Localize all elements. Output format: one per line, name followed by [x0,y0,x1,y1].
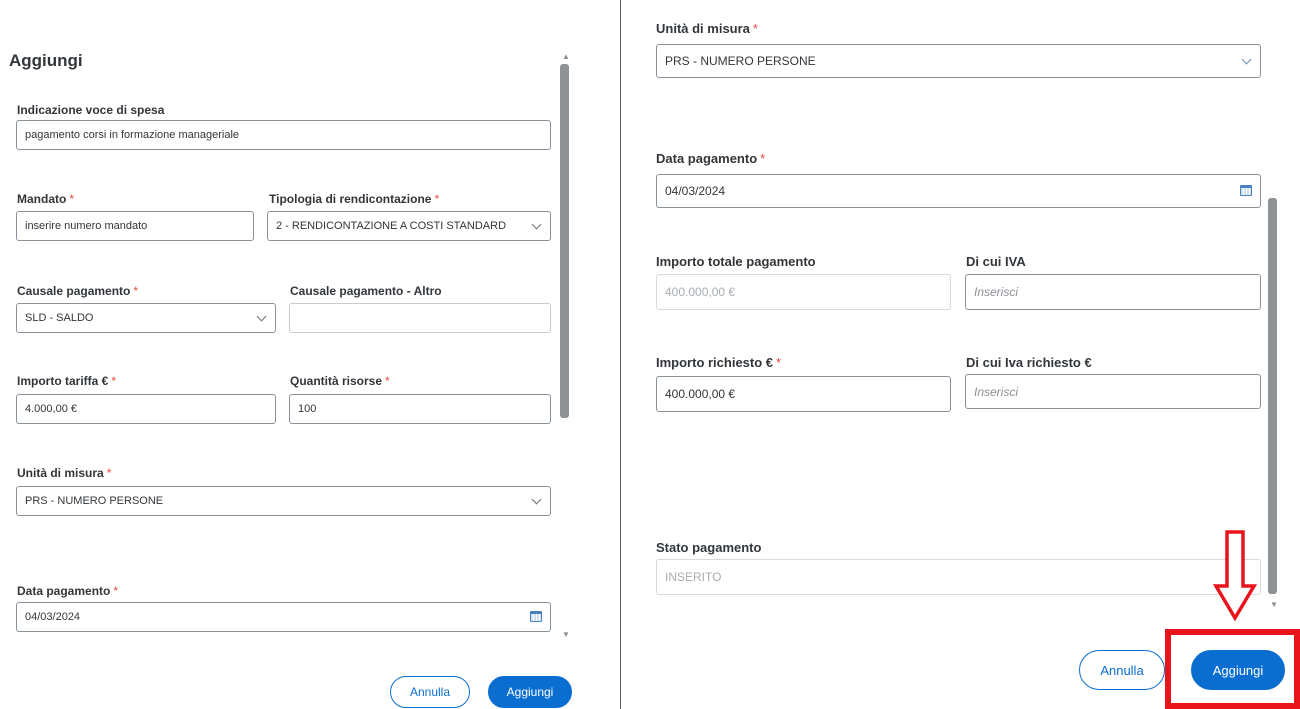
unita-label: Unità di misura * [17,466,112,480]
data-pagamento-input[interactable]: 04/03/2024 [656,174,1261,208]
scroll-down-icon[interactable]: ▼ [562,630,570,639]
importo-tariffa-label: Importo tariffa € * [17,374,117,388]
importo-totale-input: 400.000,00 € [656,274,951,310]
quantita-input[interactable]: 100 [289,394,551,424]
mandato-input[interactable]: inserire numero mandato [16,211,254,241]
scroll-down-icon[interactable]: ▼ [1270,600,1278,609]
tipologia-label: Tipologia di rendicontazione * [269,192,440,206]
importo-richiesto-label: Importo richiesto € * [656,355,782,370]
iva-input[interactable]: Inserisci [965,274,1261,310]
unita-select[interactable]: PRS - NUMERO PERSONE [656,44,1261,78]
mandato-label: Mandato * [17,192,75,206]
importo-tariffa-input[interactable]: 4.000,00 € [16,394,276,424]
add-button[interactable]: Aggiungi [488,676,572,708]
split-divider [620,0,621,709]
chevron-down-icon [531,219,542,230]
iva-label: Di cui IVA [966,254,1026,269]
causale-altro-input[interactable] [289,303,551,333]
scroll-up-icon[interactable]: ▲ [562,52,570,61]
data-pagamento-label: Data pagamento * [17,584,119,598]
iva-richiesto-input[interactable]: Inserisci [965,374,1261,409]
tipologia-select[interactable]: 2 - RENDICONTAZIONE A COSTI STANDARD [267,211,551,241]
iva-richiesto-label: Di cui Iva richiesto € [966,355,1092,370]
voce-spesa-label: Indicazione voce di spesa [17,103,165,117]
scrollbar-thumb[interactable] [1268,198,1277,594]
data-pagamento-label: Data pagamento * [656,151,766,166]
quantita-label: Quantità risorse * [290,374,390,388]
causale-label: Causale pagamento * [17,284,139,298]
calendar-icon[interactable] [530,611,542,622]
voce-spesa-input[interactable]: pagamento corsi in formazione managerial… [16,120,551,150]
highlight-box [1165,629,1300,709]
importo-totale-label: Importo totale pagamento [656,254,816,269]
chevron-down-icon [531,494,542,505]
importo-richiesto-input[interactable]: 400.000,00 € [656,376,951,412]
unita-select[interactable]: PRS - NUMERO PERSONE [16,486,551,516]
cancel-button[interactable]: Annulla [390,676,470,708]
dialog-title: Aggiungi [9,51,83,70]
calendar-icon[interactable] [1240,185,1252,196]
scrollbar-thumb[interactable] [560,64,569,418]
causale-select[interactable]: SLD - SALDO [16,303,276,333]
right-dialog: Unità di misura * PRS - NUMERO PERSONE Da… [624,0,1300,709]
stato-pagamento-input: INSERITO [656,559,1261,595]
left-dialog: Aggiungi Indicazione voce di spesa pagam… [0,0,600,709]
cancel-button[interactable]: Annulla [1079,650,1165,690]
chevron-down-icon [1241,54,1252,65]
unita-label: Unità di misura * [656,21,758,36]
data-pagamento-input[interactable]: 04/03/2024 [16,602,551,632]
arrow-down-icon [1212,530,1258,622]
stato-pagamento-label: Stato pagamento [656,540,762,555]
chevron-down-icon [256,311,267,322]
causale-altro-label: Causale pagamento - Altro [290,284,442,298]
